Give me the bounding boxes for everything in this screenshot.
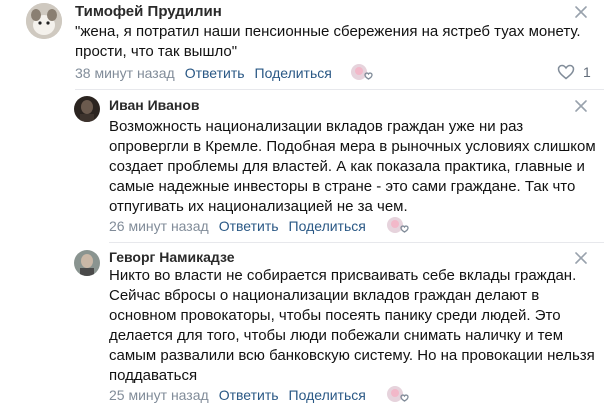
reactions-icon[interactable] xyxy=(386,216,412,236)
like-button[interactable]: 1 xyxy=(557,64,591,80)
comment-text-line: "жена, я потратил наши пенсионные сбереж… xyxy=(75,23,581,40)
reactions-icon[interactable] xyxy=(386,385,412,405)
close-icon[interactable] xyxy=(574,5,588,19)
heart-icon xyxy=(557,64,575,80)
close-icon[interactable] xyxy=(574,99,588,113)
comment-text-line: отпугивать их национализацией не за чем. xyxy=(109,198,408,215)
comment-meta: 38 минут назад Ответить Поделиться xyxy=(75,65,332,81)
comment-text-line: основном провокаторы, чтобы посеять пани… xyxy=(109,307,561,324)
avatar-image xyxy=(26,3,62,39)
avatar[interactable] xyxy=(26,3,62,39)
comment-text-line: делается для того, чтобы люди побежали с… xyxy=(109,327,564,344)
comment-text-line: создает проблемы для властей. А как пока… xyxy=(109,158,585,175)
comment-text: Возможность национализации вкладов гражд… xyxy=(109,117,596,217)
comment-text: Никто во власти не собирается присваиват… xyxy=(109,266,595,386)
comment-text-line: Возможность национализации вкладов гражд… xyxy=(109,118,524,135)
share-button[interactable]: Поделиться xyxy=(255,65,332,81)
comment-text-line: прости, что так вышло" xyxy=(75,43,238,60)
comment-text-line: самым развалили всю банковскую систему. … xyxy=(109,347,595,364)
share-button[interactable]: Поделиться xyxy=(289,218,366,234)
like-count: 1 xyxy=(583,64,591,80)
reply-button[interactable]: Ответить xyxy=(219,218,279,234)
divider xyxy=(109,242,604,243)
comment-time[interactable]: 38 минут назад xyxy=(75,65,175,81)
reply-button[interactable]: Ответить xyxy=(185,65,245,81)
avatar-image xyxy=(74,96,100,122)
avatar[interactable] xyxy=(74,250,100,276)
divider xyxy=(75,89,604,90)
comment-time[interactable]: 25 минут назад xyxy=(109,387,209,403)
comment-text: "жена, я потратил наши пенсионные сбереж… xyxy=(75,22,581,62)
comment-author[interactable]: Геворг Намикадзе xyxy=(109,249,235,265)
comment-text-line: Никто во власти не собирается присваиват… xyxy=(109,267,577,284)
comment-author[interactable]: Иван Иванов xyxy=(109,97,200,113)
comment-text-line: самые надежные инвесторы в стране - это … xyxy=(109,178,576,195)
close-icon[interactable] xyxy=(574,251,588,265)
comment-author[interactable]: Тимофей Прудилин xyxy=(75,3,222,20)
comment-meta: 25 минут назад Ответить Поделиться xyxy=(109,387,366,403)
avatar-image xyxy=(74,250,100,276)
reply-button[interactable]: Ответить xyxy=(219,387,279,403)
share-button[interactable]: Поделиться xyxy=(289,387,366,403)
comment-meta: 26 минут назад Ответить Поделиться xyxy=(109,218,366,234)
reactions-icon[interactable] xyxy=(350,63,376,83)
comment-time[interactable]: 26 минут назад xyxy=(109,218,209,234)
comment-text-line: опровергли в Кремле. Подобная мера в рын… xyxy=(109,138,596,155)
avatar[interactable] xyxy=(74,96,100,122)
comment-text-line: поддаваться xyxy=(109,367,198,384)
comment-text-line: Сейчас вбросы о национализации вкладов г… xyxy=(109,287,540,304)
